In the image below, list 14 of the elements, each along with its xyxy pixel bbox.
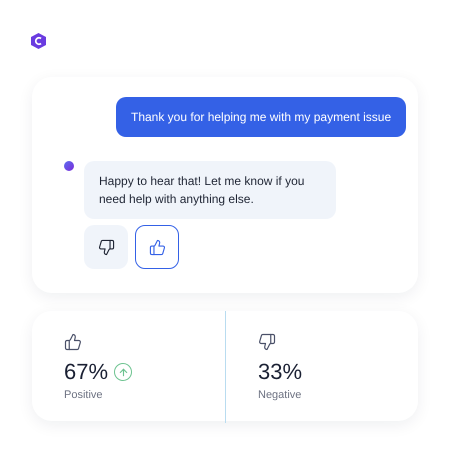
stat-value: 67% <box>64 359 108 385</box>
logo-icon <box>30 32 47 50</box>
thumbs-down-icon <box>98 238 114 256</box>
user-message: Thank you for helping me with my payment issue <box>116 97 406 137</box>
thumbs-up-button[interactable] <box>135 225 179 269</box>
thumbs-down-button[interactable] <box>84 225 128 269</box>
thumbs-up-icon <box>148 238 166 256</box>
bot-message: Happy to hear that! Let me know if you need help with anything else. <box>84 161 336 219</box>
stat-label: Positive <box>64 389 104 401</box>
thumbs-up-icon <box>64 333 82 351</box>
thumbs-down-icon <box>258 333 276 351</box>
stat-label: Negative <box>258 389 302 401</box>
stat-value: 33% <box>258 359 302 385</box>
bot-avatar <box>64 161 74 171</box>
